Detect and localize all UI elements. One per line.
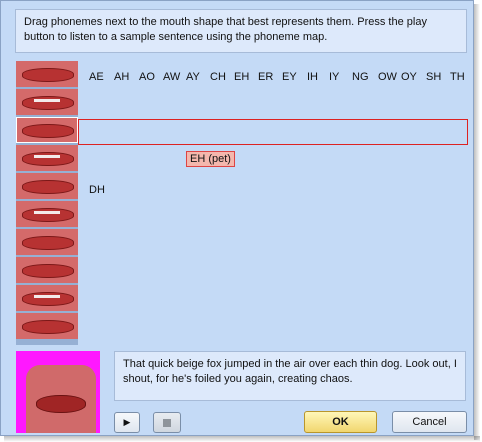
ok-button[interactable]: OK bbox=[304, 411, 377, 433]
mouth-shape-3[interactable] bbox=[16, 117, 78, 143]
mouth-shape-10[interactable] bbox=[16, 313, 78, 339]
mouth-shapes-strip bbox=[16, 61, 78, 345]
phoneme-item[interactable]: EH bbox=[234, 71, 249, 83]
mouth-shape-5[interactable] bbox=[16, 173, 78, 199]
mouth-shape-6[interactable] bbox=[16, 201, 78, 227]
mouth-shape-1[interactable] bbox=[16, 61, 78, 87]
phoneme-item[interactable]: OY bbox=[401, 71, 417, 83]
dragged-phoneme-tag[interactable]: EH (pet) bbox=[186, 151, 235, 167]
phoneme-mapping-dialog: Drag phonemes next to the mouth shape th… bbox=[0, 0, 474, 436]
phoneme-item[interactable]: AO bbox=[139, 71, 155, 83]
phoneme-item[interactable]: SH bbox=[426, 71, 441, 83]
phoneme-item[interactable]: IY bbox=[329, 71, 339, 83]
mouth-shape-4[interactable] bbox=[16, 145, 78, 171]
assigned-phoneme[interactable]: DH bbox=[89, 184, 105, 196]
stop-button[interactable] bbox=[153, 412, 181, 433]
mouth-shape-8[interactable] bbox=[16, 257, 78, 283]
phoneme-item[interactable]: AY bbox=[186, 71, 200, 83]
phoneme-item[interactable]: TH bbox=[450, 71, 465, 83]
mouth-shape-9[interactable] bbox=[16, 285, 78, 311]
play-button[interactable]: ▶ bbox=[114, 412, 140, 433]
mouth-shape-2[interactable] bbox=[16, 89, 78, 115]
phoneme-item[interactable]: OW bbox=[378, 71, 397, 83]
mouth-shape-7[interactable] bbox=[16, 229, 78, 255]
phoneme-item[interactable]: NG bbox=[352, 71, 369, 83]
phoneme-item[interactable]: EY bbox=[282, 71, 297, 83]
phoneme-item[interactable]: IH bbox=[307, 71, 318, 83]
drop-target-row[interactable] bbox=[78, 119, 468, 145]
phoneme-item[interactable]: AE bbox=[89, 71, 104, 83]
phoneme-item[interactable]: ER bbox=[258, 71, 273, 83]
sample-sentence: That quick beige fox jumped in the air o… bbox=[114, 351, 466, 401]
phoneme-item[interactable]: AW bbox=[163, 71, 180, 83]
phoneme-item[interactable]: CH bbox=[210, 71, 226, 83]
instructions-text: Drag phonemes next to the mouth shape th… bbox=[15, 9, 467, 53]
cancel-button[interactable]: Cancel bbox=[392, 411, 467, 433]
phoneme-item[interactable]: AH bbox=[114, 71, 129, 83]
stop-icon bbox=[163, 419, 171, 427]
mouth-preview-image bbox=[16, 351, 100, 433]
